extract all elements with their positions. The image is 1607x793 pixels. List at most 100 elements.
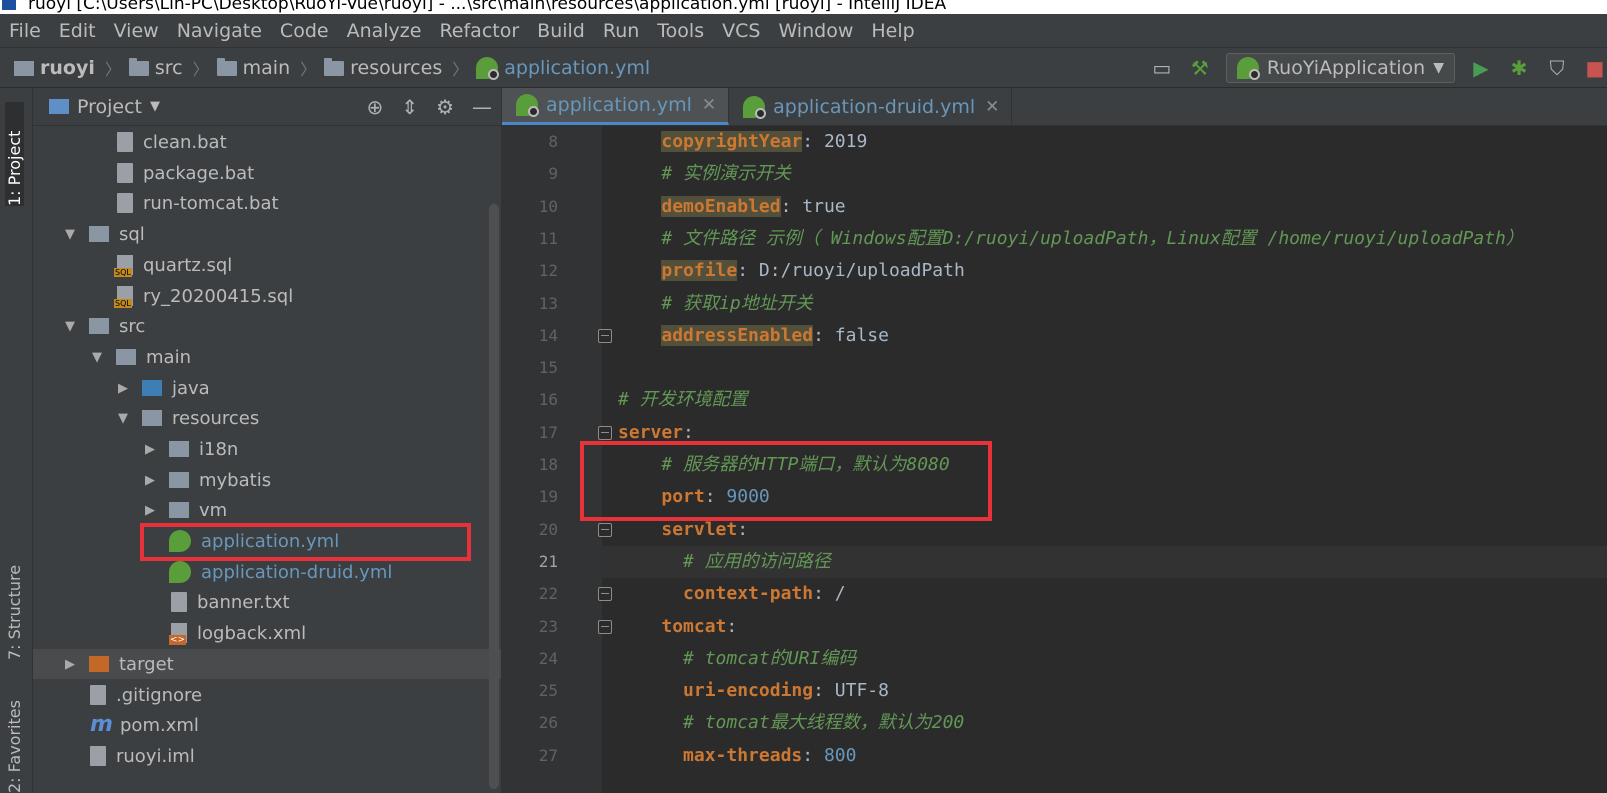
tree-item-resources[interactable]: ▼ resources [33, 403, 501, 433]
fold-marker-icon[interactable] [598, 522, 612, 537]
project-view-icon [49, 99, 69, 114]
tree-item-label: i18n [199, 438, 239, 460]
folder-icon [216, 57, 237, 76]
chevron-right-icon[interactable]: ▶ [143, 473, 157, 488]
breadcrumb-resources[interactable]: resources 〉 [324, 56, 468, 80]
menu-build[interactable]: Build [528, 20, 594, 42]
build-hammer-icon[interactable]: ⚒ [1188, 56, 1212, 80]
close-icon[interactable]: ✕ [985, 97, 999, 117]
tree-item-label: pom.xml [120, 714, 199, 736]
menu-run[interactable]: Run [594, 20, 648, 42]
menu-vcs[interactable]: VCS [713, 20, 769, 42]
tree-item-gitignore[interactable]: .gitignore [33, 680, 501, 710]
tree-item-package-bat[interactable]: package.bat [33, 158, 501, 188]
tree-item-label: application.yml [201, 530, 340, 552]
breadcrumb: ruoyi 〉 src 〉 main 〉 resources 〉 applica… [14, 48, 658, 88]
tree-item-vm[interactable]: ▶ vm [33, 495, 501, 525]
fold-marker-icon[interactable] [598, 425, 612, 440]
code-line: # tomcat的URI编码 [618, 643, 856, 675]
spring-boot-icon [1236, 57, 1260, 80]
tree-item-run-tomcat-bat[interactable]: run-tomcat.bat [33, 188, 501, 218]
line-number: 13 [538, 293, 558, 313]
tree-item-ry-sql[interactable]: ry_20200415.sql [33, 281, 501, 311]
line-number: 20 [538, 519, 558, 539]
tree-item-application-druid-yml[interactable]: application-druid.yml [33, 557, 501, 587]
run-icon[interactable]: ▶ [1469, 56, 1493, 80]
coverage-shield-icon[interactable]: ⛉ [1545, 56, 1569, 80]
line-number: 14 [538, 325, 558, 345]
hide-panel-icon[interactable]: — [472, 95, 492, 119]
line-number: 26 [538, 713, 558, 733]
tree-item-pom-xml[interactable]: m pom.xml [33, 710, 501, 740]
yaml-key: profile [661, 260, 738, 282]
menu-analyze[interactable]: Analyze [338, 20, 431, 42]
project-view-selector[interactable]: Project ▼ [49, 96, 160, 118]
tree-item-label: sql [119, 223, 145, 245]
stop-icon[interactable]: ■ [1583, 56, 1607, 80]
menu-code[interactable]: Code [271, 20, 338, 42]
menu-navigate[interactable]: Navigate [168, 20, 271, 42]
close-icon[interactable]: ✕ [702, 95, 716, 115]
debug-bug-icon[interactable]: ✱ [1507, 56, 1531, 80]
run-configuration-select[interactable]: RuoYiApplication ▼ [1225, 53, 1455, 83]
tab-application-yml[interactable]: application.yml ✕ [502, 88, 730, 125]
menu-edit[interactable]: Edit [50, 20, 105, 42]
code-line: context-path: / [683, 583, 846, 605]
locate-target-icon[interactable]: ⊕ [367, 95, 384, 119]
tree-item-quartz-sql[interactable]: quartz.sql [33, 250, 501, 280]
breadcrumb-main[interactable]: main 〉 [216, 56, 317, 80]
chevron-right-icon[interactable]: ▶ [116, 381, 130, 396]
window-layout-icon[interactable]: ▭ [1150, 56, 1174, 80]
chevron-down-icon[interactable]: ▼ [63, 227, 77, 242]
menu-tools[interactable]: Tools [648, 20, 713, 42]
fold-marker-icon[interactable] [598, 619, 612, 634]
yaml-key: demoEnabled [661, 195, 781, 217]
tool-tab-structure[interactable]: 7: Structure [5, 546, 24, 660]
tree-item-application-yml[interactable]: application.yml [33, 526, 501, 556]
tree-item-label: package.bat [143, 162, 255, 184]
breadcrumb-src[interactable]: src 〉 [128, 56, 209, 80]
file-icon [117, 163, 133, 183]
tree-item-logback-xml[interactable]: logback.xml [33, 618, 501, 648]
tab-application-druid-yml[interactable]: application-druid.yml ✕ [729, 88, 1013, 125]
tree-item-mybatis[interactable]: ▶ mybatis [33, 465, 501, 495]
tree-item-ruoyi-iml[interactable]: ruoyi.iml [33, 741, 501, 771]
code-line: copyrightYear: 2019 [661, 131, 868, 152]
menu-help[interactable]: Help [862, 20, 923, 42]
tool-tab-project[interactable]: 1: Project [5, 102, 24, 206]
chevron-down-icon[interactable]: ▼ [63, 319, 77, 334]
breadcrumb-file[interactable]: application.yml [476, 57, 650, 80]
menu-window[interactable]: Window [769, 20, 862, 42]
chevron-right-icon[interactable]: ▶ [63, 657, 77, 672]
tool-tab-favorites[interactable]: 2: Favorites [5, 694, 24, 793]
code-line: servlet: [661, 518, 749, 540]
chevron-right-icon[interactable]: ▶ [143, 503, 157, 518]
fold-marker-icon[interactable] [598, 587, 612, 602]
breadcrumb-resources-label: resources [350, 57, 443, 79]
chevron-right-icon: 〉 [300, 60, 317, 79]
tree-item-target[interactable]: ▶ target [33, 649, 501, 679]
collapse-all-icon[interactable]: ⇕ [401, 95, 418, 119]
tree-item-java[interactable]: ▶ java [33, 373, 501, 403]
tree-item-main[interactable]: ▼ main [33, 342, 501, 372]
gear-icon[interactable]: ⚙ [436, 95, 454, 119]
chevron-down-icon[interactable]: ▼ [90, 350, 104, 365]
code-line: # 服务器的HTTP端口，默认为8080 [618, 449, 949, 481]
chevron-down-icon[interactable]: ▼ [116, 411, 130, 426]
spring-config-icon [516, 94, 539, 117]
tree-item-sql[interactable]: ▼ sql [33, 219, 501, 249]
menu-file[interactable]: File [0, 20, 50, 42]
tree-item-clean-bat[interactable]: clean.bat [33, 127, 501, 157]
menu-view[interactable]: View [105, 20, 168, 42]
tree-item-src[interactable]: ▼ src [33, 311, 501, 341]
tree-item-banner-txt[interactable]: banner.txt [33, 587, 501, 617]
breadcrumb-project[interactable]: ruoyi 〉 [14, 56, 121, 80]
menu-refactor[interactable]: Refactor [430, 20, 528, 42]
resources-folder-icon [142, 410, 162, 426]
tree-item-i18n[interactable]: ▶ i18n [33, 434, 501, 464]
file-icon [117, 193, 133, 213]
project-tree-scrollbar[interactable] [489, 204, 499, 789]
line-number: 15 [538, 358, 558, 378]
fold-marker-icon[interactable] [598, 328, 612, 343]
chevron-right-icon[interactable]: ▶ [143, 442, 157, 457]
